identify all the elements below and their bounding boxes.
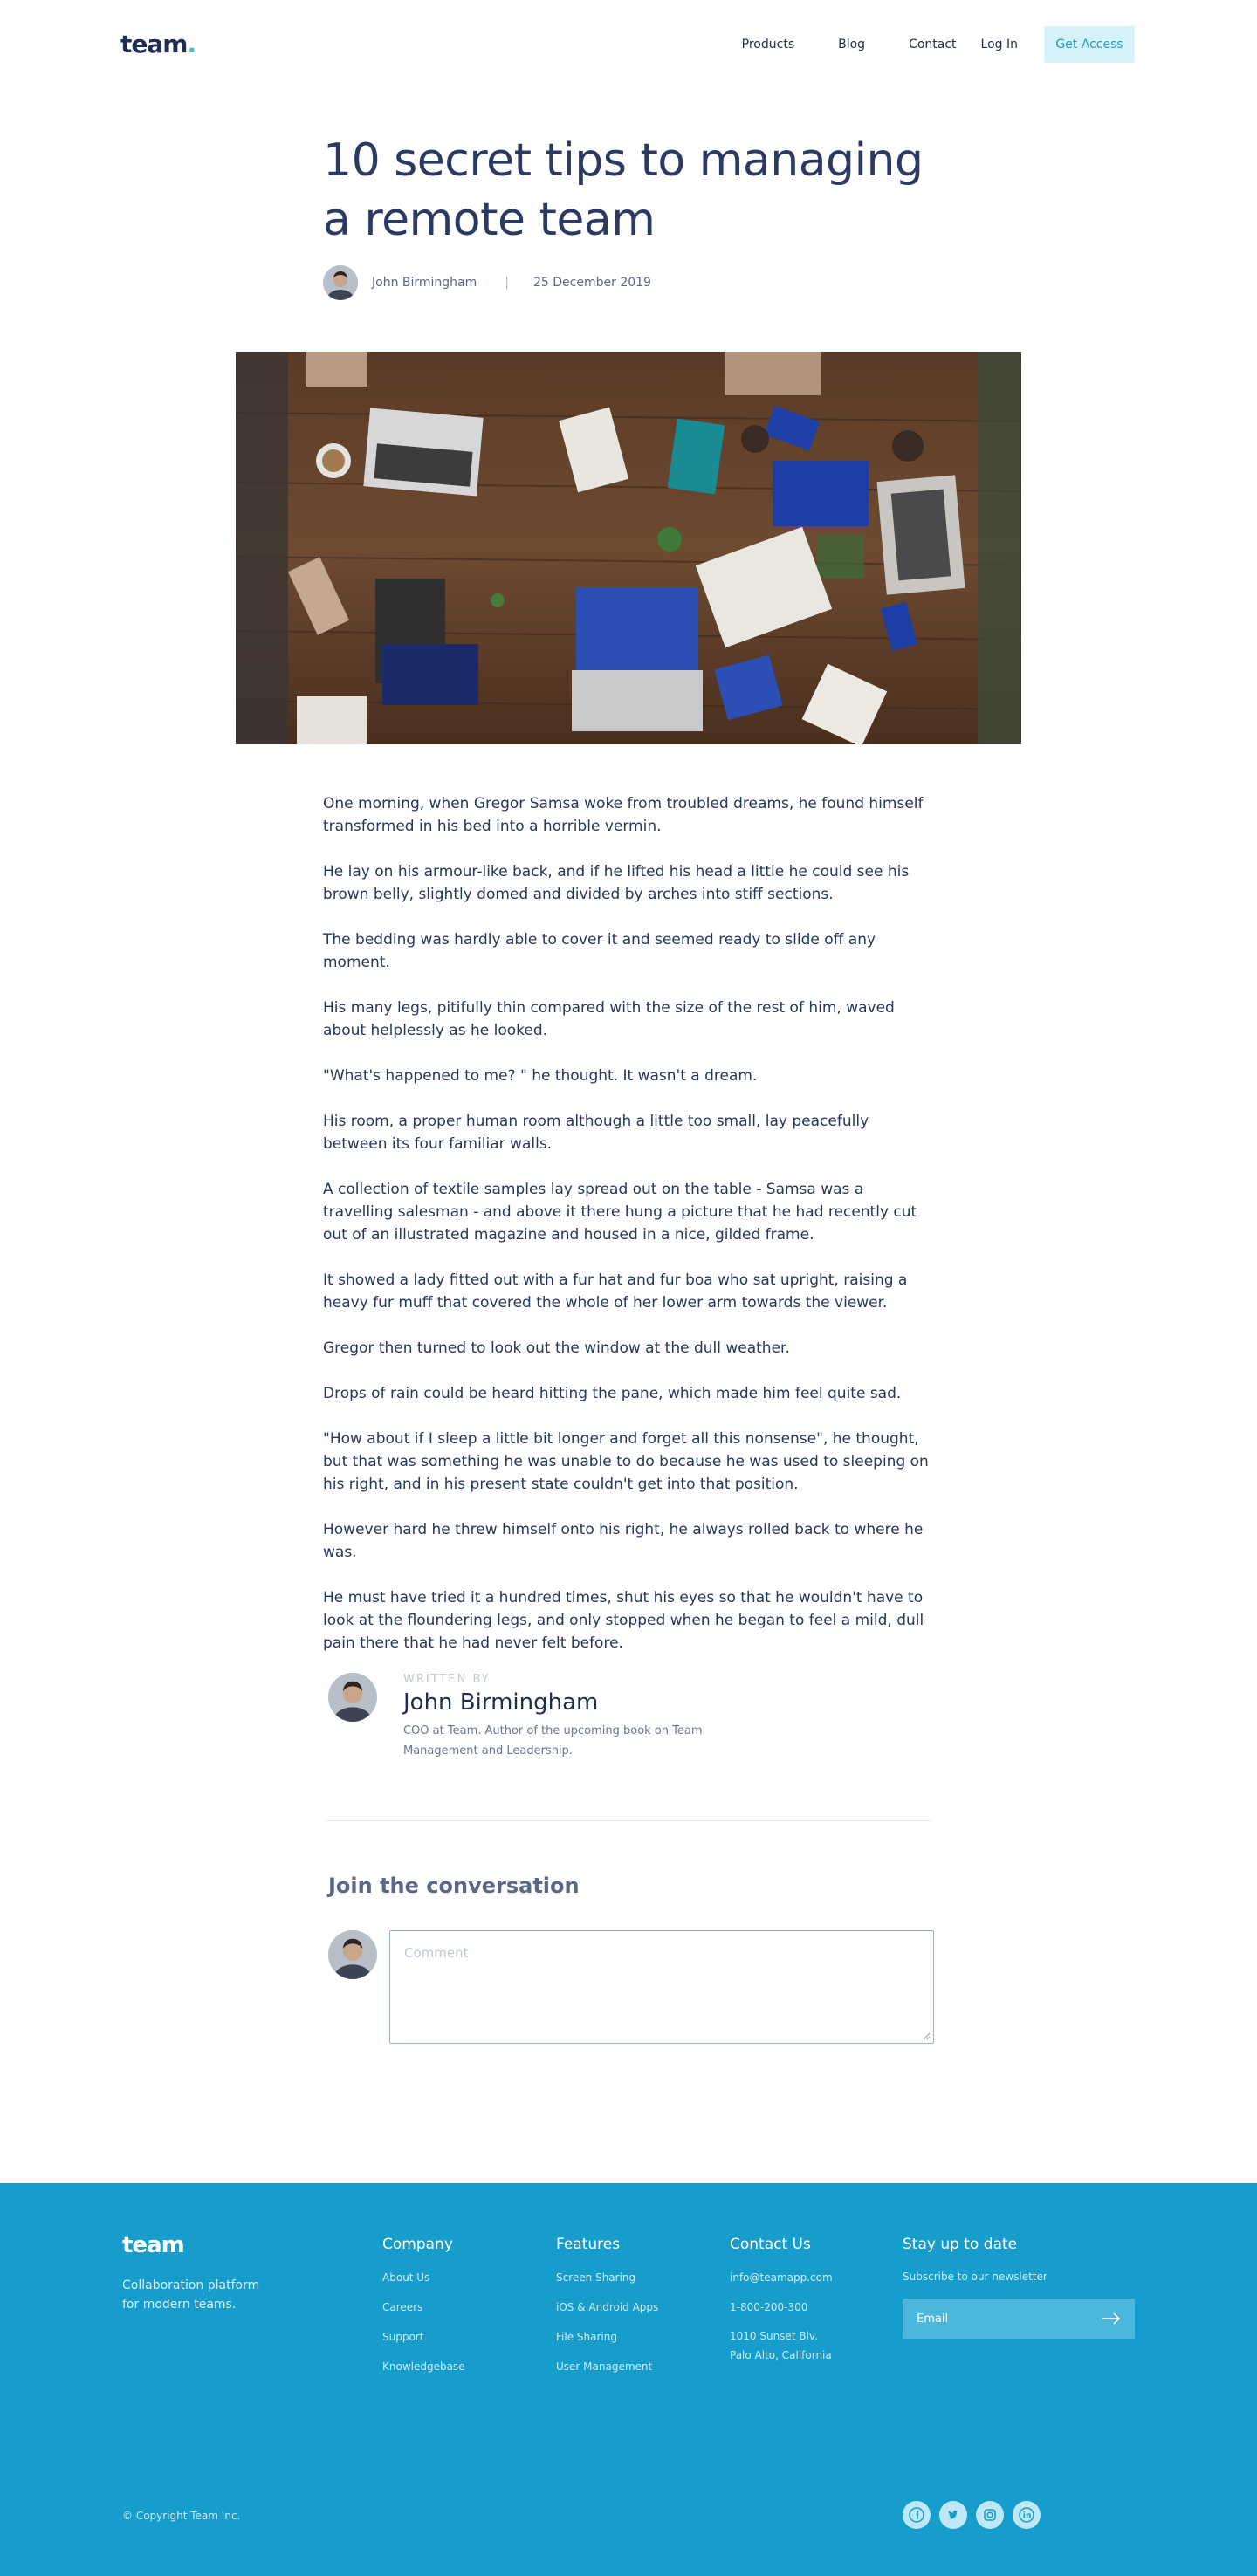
logo[interactable]: team.: [120, 30, 196, 58]
logo-dot: .: [187, 30, 196, 58]
author-box-avatar: [328, 1673, 377, 1722]
article-title: 10 secret tips to managing a remote team: [323, 134, 924, 246]
main-nav: Products Blog Contact Log In Get Access: [742, 26, 1135, 63]
newsletter-form: [903, 2299, 1135, 2339]
footer-newsletter: Stay up to date Subscribe to our newslet…: [903, 2236, 1135, 2339]
footer-address: 1010 Sunset Blv. Palo Alto, California: [730, 2330, 832, 2361]
social-links: [903, 2501, 1049, 2529]
resize-handle-icon[interactable]: [922, 2031, 931, 2040]
paragraph: The bedding was hardly able to cover it …: [323, 931, 876, 971]
newsletter-subtitle: Subscribe to our newsletter: [903, 2271, 1048, 2283]
footer-link-knowledgebase[interactable]: Knowledgebase: [382, 2360, 465, 2374]
footer-link-apps[interactable]: iOS & Android Apps: [556, 2300, 658, 2314]
paragraph: A collection of textile samples lay spre…: [323, 1181, 917, 1243]
footer-link-user-management[interactable]: User Management: [556, 2360, 658, 2374]
footer-col-features: Features Screen Sharing iOS & Android Ap…: [556, 2236, 658, 2389]
footer-col-title: Contact Us: [730, 2236, 811, 2253]
written-by-label: WRITTEN BY: [403, 1673, 491, 1686]
logo-text: team: [120, 30, 188, 58]
twitter-icon[interactable]: [939, 2501, 967, 2529]
paragraph: It showed a lady fitted out with a fur h…: [323, 1271, 908, 1312]
article-header: 10 secret tips to managing a remote team…: [323, 131, 951, 300]
paragraph: He must have tried it a hundred times, s…: [323, 1589, 924, 1652]
author-bio: COO at Team. Author of the upcoming book…: [403, 1724, 703, 1757]
comment-input[interactable]: [390, 1931, 933, 2043]
divider: [323, 1820, 934, 1821]
footer-link-about[interactable]: About Us: [382, 2271, 465, 2285]
comment-form: [328, 1930, 934, 2044]
footer-link-file-sharing[interactable]: File Sharing: [556, 2330, 658, 2344]
get-access-button[interactable]: Get Access: [1044, 26, 1135, 63]
footer-link-support[interactable]: Support: [382, 2330, 465, 2344]
footer-phone[interactable]: 1-800-200-300: [730, 2300, 833, 2314]
paragraph: One morning, when Gregor Samsa woke from…: [323, 795, 924, 835]
nav-contact[interactable]: Contact: [909, 38, 956, 51]
login-link[interactable]: Log In: [981, 38, 1018, 51]
article-body: One morning, when Gregor Samsa woke from…: [323, 792, 934, 1677]
nav-blog[interactable]: Blog: [838, 38, 865, 51]
facebook-icon[interactable]: [903, 2501, 931, 2529]
author-info: WRITTEN BY John Birmingham COO at Team. …: [403, 1673, 726, 1761]
author-box: WRITTEN BY John Birmingham COO at Team. …: [328, 1673, 922, 1761]
paragraph: His room, a proper human room although a…: [323, 1113, 869, 1153]
commenter-avatar: [328, 1930, 377, 1979]
footer-col-title: Features: [556, 2236, 621, 2253]
paragraph: However hard he threw himself onto his r…: [323, 1521, 924, 1561]
linkedin-icon[interactable]: [1013, 2501, 1041, 2529]
author-box-name[interactable]: John Birmingham: [403, 1689, 726, 1716]
footer-tagline: Collaboration platform for modern teams.: [122, 2278, 260, 2312]
article-meta: John Birmingham | 25 December 2019: [323, 265, 951, 300]
newsletter-title: Stay up to date: [903, 2236, 1018, 2253]
comment-box: [389, 1930, 934, 2044]
newsletter-email-input[interactable]: [917, 2312, 1074, 2326]
nav-products[interactable]: Products: [742, 38, 794, 51]
paragraph: Gregor then turned to look out the windo…: [323, 1339, 790, 1357]
meta-separator: |: [505, 276, 509, 290]
copyright: © Copyright Team Inc.: [122, 2510, 241, 2522]
footer-col-contact: Contact Us info@teamapp.com 1-800-200-30…: [730, 2236, 833, 2381]
footer-col-company: Company About Us Careers Support Knowled…: [382, 2236, 465, 2389]
site-footer: team Collaboration platform for modern t…: [0, 2183, 1257, 2576]
footer-logo[interactable]: team: [122, 2232, 185, 2258]
author-avatar: [323, 265, 358, 300]
footer-link-screen-sharing[interactable]: Screen Sharing: [556, 2271, 658, 2285]
paragraph: "What's happened to me? " he thought. It…: [323, 1067, 758, 1085]
arrow-right-icon[interactable]: [1102, 2312, 1121, 2325]
author-name[interactable]: John Birmingham: [372, 276, 477, 290]
footer-col-title: Company: [382, 2236, 453, 2253]
footer-email[interactable]: info@teamapp.com: [730, 2271, 833, 2285]
paragraph: "How about if I sleep a little bit longe…: [323, 1430, 929, 1493]
instagram-icon[interactable]: [976, 2501, 1004, 2529]
paragraph: His many legs, pitifully thin compared w…: [323, 999, 895, 1039]
site-header: team. Products Blog Contact Log In Get A…: [0, 0, 1257, 87]
paragraph: Drops of rain could be heard hitting the…: [323, 1385, 902, 1402]
footer-link-careers[interactable]: Careers: [382, 2300, 465, 2314]
conversation-title: Join the conversation: [328, 1874, 580, 1898]
hero-image: [236, 352, 1021, 744]
publish-date: 25 December 2019: [533, 276, 651, 290]
paragraph: He lay on his armour-like back, and if h…: [323, 863, 910, 903]
